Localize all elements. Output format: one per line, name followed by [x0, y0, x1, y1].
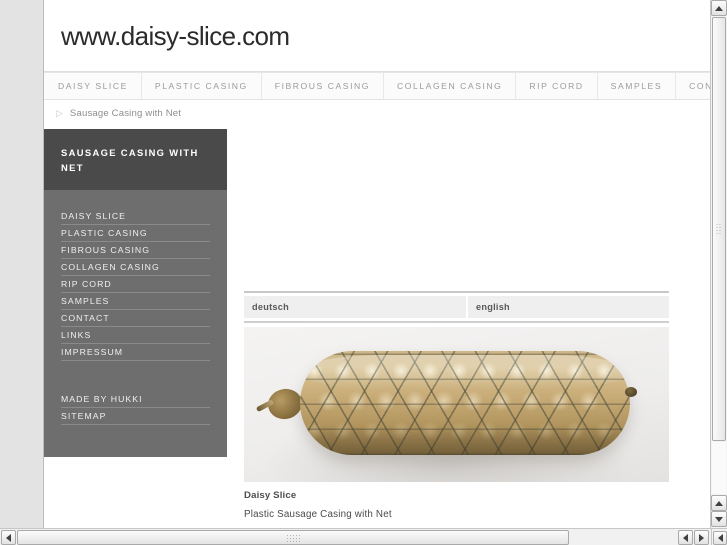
product-photo[interactable] — [244, 327, 669, 482]
corner-button[interactable] — [713, 531, 727, 545]
casing-knot-right-icon — [625, 387, 637, 397]
sidebar: SAUSAGE CASING WITH NET DAISY SLICE PLAS… — [44, 129, 227, 457]
breadcrumb-current[interactable]: Sausage Casing with Net — [70, 108, 181, 119]
language-tabs: deutsch english — [244, 296, 669, 318]
topnav-item-collagen-casing[interactable]: COLLAGEN CASING — [384, 73, 517, 99]
sidebar-bottom-padding — [44, 425, 227, 457]
topnav-item-fibrous-casing[interactable]: FIBROUS CASING — [262, 73, 385, 99]
triangle-left-icon — [683, 533, 688, 542]
top-navigation: DAISY SLICE PLASTIC CASING FIBROUS CASIN… — [44, 72, 711, 100]
triangle-down-icon — [715, 516, 723, 522]
tab-deutsch[interactable]: deutsch — [244, 296, 466, 318]
sidebar-item-collagen-casing[interactable]: COLLAGEN CASING — [61, 259, 210, 276]
vertical-scrollbar[interactable] — [710, 0, 727, 528]
sidebar-item-links[interactable]: LINKS — [61, 327, 210, 344]
topnav-item-contact[interactable]: CONTACT — [676, 73, 711, 99]
sidebar-item-samples[interactable]: SAMPLES — [61, 293, 210, 310]
scroll-left-button-right[interactable] — [678, 530, 693, 545]
caption-subtitle: Plastic Sausage Casing with Net — [244, 509, 392, 520]
vertical-scroll-track[interactable] — [712, 442, 726, 494]
site-header: www.daisy-slice.com — [44, 0, 711, 72]
content-top-divider — [244, 291, 669, 293]
sidebar-item-impressum[interactable]: IMPRESSUM — [61, 344, 210, 361]
site-logo[interactable]: www.daisy-slice.com — [61, 21, 290, 52]
sidebar-item-plastic-casing[interactable]: PLASTIC CASING — [61, 225, 210, 242]
sidebar-item-fibrous-casing[interactable]: FIBROUS CASING — [61, 242, 210, 259]
sidebar-nav: DAISY SLICE PLASTIC CASING FIBROUS CASIN… — [44, 190, 227, 457]
browser-screen: ce Fib Co Pla www.daisy-slice.com DAISY … — [0, 0, 727, 545]
tab-english[interactable]: english — [468, 296, 669, 318]
page-viewport: ce Fib Co Pla www.daisy-slice.com DAISY … — [0, 0, 711, 528]
scroll-left-button[interactable] — [1, 530, 16, 545]
sidebar-item-made-by-hukki[interactable]: MADE BY HUKKI — [61, 391, 210, 408]
sidebar-item-rip-cord[interactable]: RIP CORD — [61, 276, 210, 293]
topnav-item-samples[interactable]: SAMPLES — [598, 73, 677, 99]
caption-title: Daisy Slice — [244, 490, 297, 501]
sidebar-item-daisy-slice[interactable]: DAISY SLICE — [61, 208, 210, 225]
scroll-right-button[interactable] — [694, 530, 709, 545]
scroll-up-button-bottom[interactable] — [711, 495, 727, 511]
grip-dots-icon — [286, 533, 300, 542]
chevron-right-icon: ▷ — [56, 107, 63, 118]
scroll-up-button[interactable] — [711, 0, 727, 16]
sausage-highlight — [300, 355, 630, 389]
scrollbar-corner[interactable] — [711, 528, 727, 545]
vertical-scroll-thumb[interactable] — [712, 17, 726, 441]
topnav-item-rip-cord[interactable]: RIP CORD — [516, 73, 598, 99]
triangle-right-icon — [699, 533, 704, 542]
site-page: www.daisy-slice.com DAISY SLICE PLASTIC … — [44, 0, 711, 528]
grip-dots-icon — [715, 223, 723, 235]
triangle-up-icon — [715, 5, 723, 11]
triangle-up-icon — [715, 500, 723, 506]
topnav-item-plastic-casing[interactable]: PLASTIC CASING — [142, 73, 262, 99]
sidebar-title: SAUSAGE CASING WITH NET — [44, 129, 227, 190]
triangle-left-icon — [6, 533, 11, 542]
scroll-down-button[interactable] — [711, 511, 727, 527]
sidebar-item-sitemap[interactable]: SITEMAP — [61, 408, 210, 425]
horizontal-scrollbar[interactable] — [0, 528, 711, 545]
sausage-shadow — [300, 425, 630, 455]
horizontal-scroll-thumb[interactable] — [17, 530, 569, 545]
triangle-left-icon — [717, 534, 723, 542]
left-gutter — [0, 0, 44, 528]
breadcrumb: ▷ Sausage Casing with Net — [44, 101, 711, 125]
topnav-item-daisy-slice[interactable]: DAISY SLICE — [44, 73, 142, 99]
tabs-divider — [244, 321, 669, 323]
sidebar-item-contact[interactable]: CONTACT — [61, 310, 210, 327]
sausage-body — [300, 351, 630, 455]
